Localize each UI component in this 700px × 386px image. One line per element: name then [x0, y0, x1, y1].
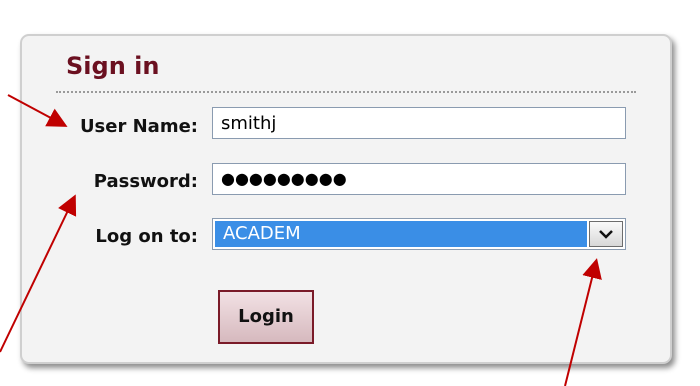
- arrow-to-dropdown: [564, 258, 602, 386]
- arrow-to-password: [0, 194, 77, 353]
- arrow-to-username: [7, 94, 68, 127]
- annotation-arrows: [0, 94, 602, 386]
